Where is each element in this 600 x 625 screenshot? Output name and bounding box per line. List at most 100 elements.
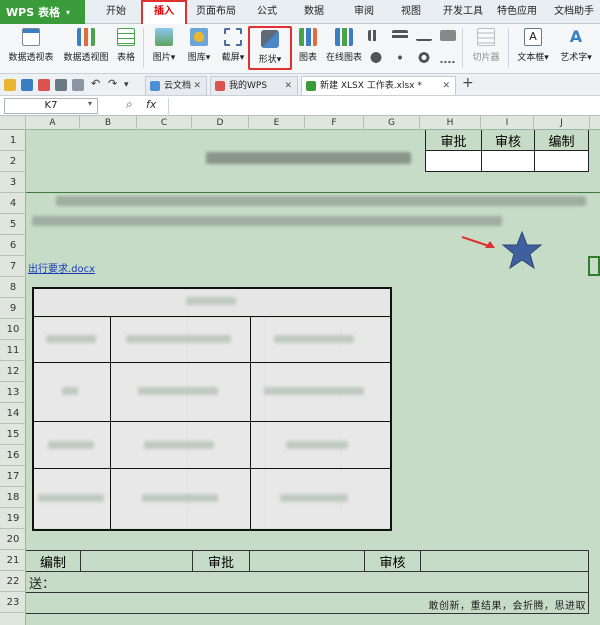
close-icon[interactable]: ✕ xyxy=(442,77,450,95)
row-header[interactable]: 3 xyxy=(0,172,26,193)
doc-tab-mywps[interactable]: 我的WPS ✕ xyxy=(210,76,298,95)
close-icon[interactable]: ✕ xyxy=(193,77,201,95)
row-header[interactable]: 11 xyxy=(0,340,26,361)
pivot-table-button[interactable]: 数据透视表 xyxy=(4,26,58,70)
row-header[interactable]: 6 xyxy=(0,235,26,256)
tab-special[interactable]: 特色应用 xyxy=(494,0,540,24)
online-chart-button[interactable]: 在线图表 xyxy=(323,26,365,70)
chevron-down-icon: ▾ xyxy=(65,7,70,17)
bar-chart-icon[interactable] xyxy=(368,30,384,41)
tab-page-layout[interactable]: 页面布局 xyxy=(192,0,240,24)
row-header[interactable]: 19 xyxy=(0,508,26,529)
column-header[interactable]: H xyxy=(420,116,481,130)
column-header[interactable]: I xyxy=(481,116,534,130)
pie-chart-icon[interactable] xyxy=(368,52,384,63)
name-box[interactable]: K7 xyxy=(4,98,98,114)
pivot-chart-button[interactable]: 数据透视图 xyxy=(60,26,112,70)
select-all-corner[interactable] xyxy=(0,116,26,130)
app-menu-button[interactable]: WPS 表格 ▾ xyxy=(0,0,85,24)
row-header[interactable]: 1 xyxy=(0,130,26,151)
column-header[interactable]: A xyxy=(26,116,80,130)
table-column-line xyxy=(250,317,251,529)
row-header[interactable]: 16 xyxy=(0,445,26,466)
column-header[interactable]: J xyxy=(534,116,590,130)
chevron-down-icon[interactable]: ▾ xyxy=(88,99,92,108)
print-icon[interactable] xyxy=(55,79,67,91)
row-header[interactable]: 23 xyxy=(0,592,26,613)
tab-home[interactable]: 开始 xyxy=(96,0,136,24)
column-header[interactable]: G xyxy=(364,116,420,130)
row-header[interactable]: 15 xyxy=(0,424,26,445)
column-header[interactable]: F xyxy=(305,116,364,130)
tab-formulas[interactable]: 公式 xyxy=(252,0,282,24)
row-header[interactable]: 22 xyxy=(0,571,26,592)
column-header[interactable]: D xyxy=(192,116,249,130)
new-tab-button[interactable]: + xyxy=(462,75,474,91)
row-header[interactable]: 5 xyxy=(0,214,26,235)
tab-insert[interactable]: 插入 xyxy=(141,0,187,24)
column-header[interactable]: B xyxy=(80,116,137,130)
export-pdf-icon[interactable] xyxy=(38,79,50,91)
undo-icon[interactable]: ↶ xyxy=(91,78,103,90)
chart-button[interactable]: 图表 xyxy=(296,26,320,70)
column-chart-icon[interactable] xyxy=(392,30,408,41)
grid-line xyxy=(80,550,81,571)
approval-sign-cell[interactable] xyxy=(482,151,534,171)
function-icon[interactable]: fx xyxy=(146,98,156,111)
donut-chart-icon[interactable] xyxy=(416,52,432,63)
chevron-down-icon: ▾ xyxy=(239,53,245,63)
wordart-button[interactable]: A 艺术字▾ xyxy=(555,26,597,70)
other-chart-icon[interactable] xyxy=(440,52,456,63)
row-header[interactable]: 14 xyxy=(0,403,26,424)
column-header[interactable]: C xyxy=(137,116,192,130)
formula-input[interactable] xyxy=(168,98,596,114)
tab-view[interactable]: 视图 xyxy=(396,0,426,24)
row-header[interactable]: 17 xyxy=(0,466,26,487)
row-header[interactable]: 18 xyxy=(0,487,26,508)
save-icon[interactable] xyxy=(21,79,33,91)
doc-tab-workbook[interactable]: 新建 XLSX 工作表.xlsx * ✕ xyxy=(301,76,456,95)
screenshot-button[interactable]: 截屏▾ xyxy=(218,26,248,70)
scatter-chart-icon[interactable] xyxy=(392,52,408,63)
approval-sign-cell[interactable] xyxy=(535,151,588,171)
doc-tab-cloud[interactable]: 云文档 ✕ xyxy=(145,76,207,95)
tab-review[interactable]: 审阅 xyxy=(349,0,379,24)
more-icon[interactable]: ▾ xyxy=(124,79,136,91)
row-header[interactable]: 8 xyxy=(0,277,26,298)
open-folder-icon[interactable] xyxy=(4,79,16,91)
column-header[interactable]: E xyxy=(249,116,305,130)
row-header[interactable]: 13 xyxy=(0,382,26,403)
table-button[interactable]: 表格 xyxy=(113,26,139,70)
zoom-icon[interactable]: ⌕ xyxy=(126,97,133,112)
grid-line xyxy=(249,550,250,571)
close-icon[interactable]: ✕ xyxy=(284,77,292,95)
row-header[interactable]: 10 xyxy=(0,319,26,340)
approval-sign-cell[interactable] xyxy=(426,151,481,171)
worksheet-grid[interactable]: 审批 审核 编制 出行要求.docx 编制 审批 审核 送： 敢创新，重结果，会… xyxy=(26,130,600,625)
star-shape[interactable] xyxy=(501,230,543,270)
row-header[interactable]: 7 xyxy=(0,256,26,277)
row-header[interactable]: 20 xyxy=(0,529,26,550)
redacted-text xyxy=(280,494,348,502)
line-chart-icon[interactable] xyxy=(416,30,432,41)
redacted-text xyxy=(46,335,96,343)
tab-data[interactable]: 数据 xyxy=(299,0,329,24)
redo-icon[interactable]: ↷ xyxy=(108,78,120,90)
picture-button[interactable]: 图片▾ xyxy=(148,26,180,70)
tab-developer[interactable]: 开发工具 xyxy=(440,0,486,24)
grid-line xyxy=(588,550,589,614)
row-header[interactable]: 9 xyxy=(0,298,26,319)
area-chart-icon[interactable] xyxy=(440,30,456,41)
shapes-button[interactable]: 形状▾ xyxy=(248,26,292,70)
tab-doc-assistant[interactable]: 文档助手 xyxy=(550,0,598,24)
gallery-button[interactable]: 图库▾ xyxy=(183,26,215,70)
arrow-shape[interactable] xyxy=(460,233,500,253)
row-header[interactable]: 2 xyxy=(0,151,26,172)
row-header[interactable]: 12 xyxy=(0,361,26,382)
textbox-button[interactable]: A 文本框▾ xyxy=(513,26,553,70)
row-header[interactable]: 4 xyxy=(0,193,26,214)
docx-link[interactable]: 出行要求.docx xyxy=(28,260,95,275)
redacted-text xyxy=(274,335,354,343)
row-header[interactable]: 21 xyxy=(0,550,26,571)
print-preview-icon[interactable] xyxy=(72,79,84,91)
